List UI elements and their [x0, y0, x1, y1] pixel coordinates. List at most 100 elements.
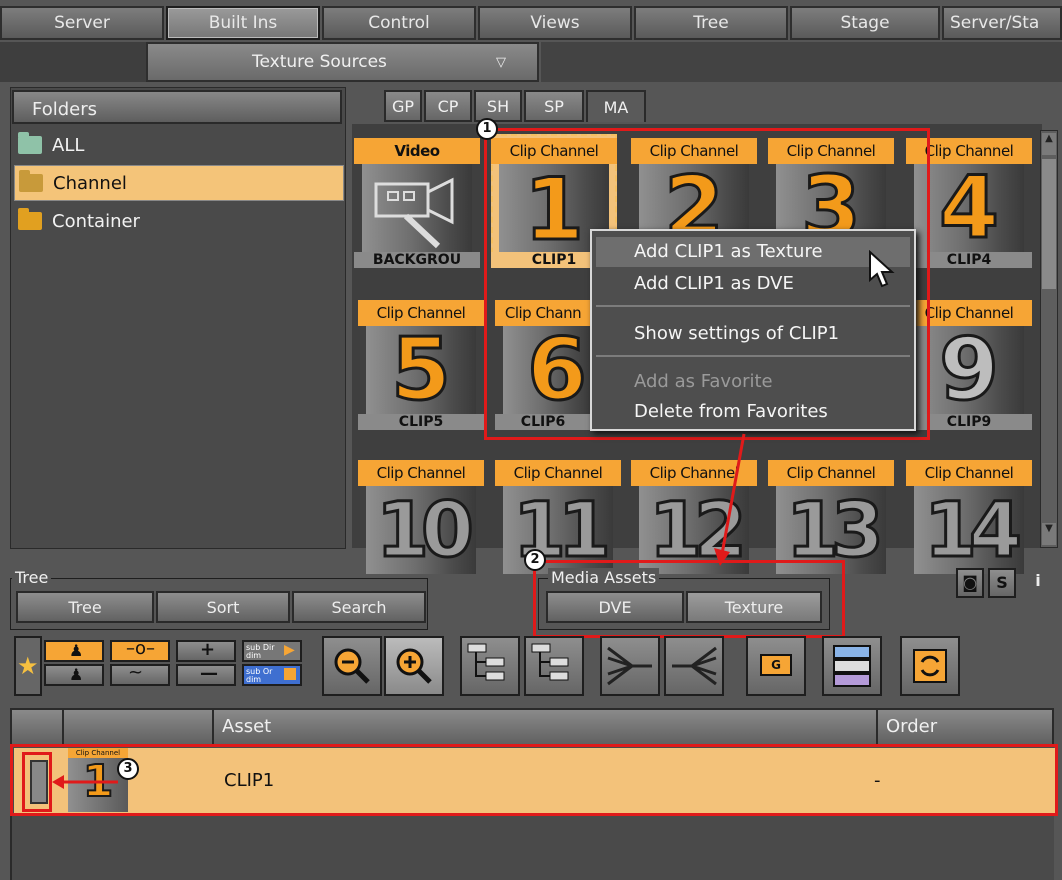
tree-view-button-1[interactable] — [460, 636, 520, 696]
favorite-star-button[interactable]: ★ — [14, 636, 42, 696]
annotation-box-3-row — [10, 744, 1058, 816]
settings-icon[interactable]: S — [988, 568, 1016, 598]
sub-dir-label: sub Dir dim — [246, 643, 275, 660]
tab-gp[interactable]: GP — [384, 90, 422, 122]
collapse-link-button[interactable]: ~ — [110, 662, 170, 686]
folder-icon — [19, 170, 43, 192]
sub-dir-button[interactable]: sub Dir dim ▶ — [242, 640, 302, 662]
curve-icon: ~ — [128, 662, 144, 683]
info-icon[interactable]: i — [1024, 568, 1052, 598]
folder-label: Channel — [53, 172, 127, 194]
column-header-thumb[interactable] — [64, 710, 214, 744]
expand-all-button[interactable]: + — [176, 639, 236, 662]
tab-ma[interactable]: MA — [586, 90, 646, 122]
chevron-down-icon: ▽ — [496, 55, 506, 70]
folders-header: Folders — [12, 90, 342, 124]
folder-item-container[interactable]: Container — [14, 203, 344, 239]
tab-stage[interactable]: Stage — [790, 6, 940, 40]
menu-item-add-as-dve[interactable]: Add CLIP1 as DVE — [596, 269, 910, 299]
tabstrip-spacer-right — [541, 42, 1062, 82]
link-icon: –o– — [126, 638, 156, 659]
split-button[interactable] — [664, 636, 724, 696]
tab-server[interactable]: Server — [0, 6, 164, 40]
play-icon: ▶ — [284, 642, 295, 658]
annotation-box-3-toggle — [22, 752, 52, 812]
tab-built-ins[interactable]: Built Ins — [166, 6, 320, 40]
scroll-up-icon[interactable]: ▲ — [1042, 133, 1056, 155]
refresh-icon — [913, 649, 947, 683]
menu-item-show-settings[interactable]: Show settings of CLIP1 — [596, 319, 910, 349]
zoom-in-button[interactable] — [384, 636, 444, 696]
thumb-header: Video — [354, 138, 480, 164]
expand-link-button[interactable]: –o– — [110, 638, 170, 662]
column-header-asset[interactable]: Asset — [214, 710, 878, 744]
zoom-out-icon — [334, 648, 370, 684]
column-header-visible[interactable] — [12, 710, 64, 744]
tree-view-button-2[interactable] — [524, 636, 584, 696]
scroll-down-icon[interactable]: ▼ — [1042, 523, 1056, 545]
asset-table-header: Asset Order — [10, 708, 1054, 746]
camera-icon[interactable]: ◙ — [956, 568, 984, 598]
clip-number: 14 — [923, 484, 1024, 576]
layout-button[interactable] — [822, 636, 882, 696]
collapse-all-button[interactable]: — — [176, 663, 236, 686]
tab-tree[interactable]: Tree — [634, 6, 788, 40]
star-icon: ★ — [17, 652, 39, 680]
folder-icon — [18, 132, 42, 154]
folder-item-all[interactable]: ALL — [14, 127, 344, 163]
expand-person-button[interactable]: ♟ — [44, 640, 104, 662]
minus-icon: — — [200, 663, 218, 684]
folder-label: ALL — [52, 134, 85, 156]
sort-button[interactable]: Sort — [156, 591, 290, 623]
menu-separator — [596, 355, 910, 357]
sub-order-button[interactable]: sub Or dim — [242, 664, 302, 686]
dropdown-label: Texture Sources — [252, 52, 387, 72]
menu-item-delete-favorite[interactable]: Delete from Favorites — [596, 397, 910, 427]
scrollbar-thumb[interactable] — [1042, 159, 1056, 289]
tree-group-title: Tree — [12, 568, 52, 587]
thumb-background[interactable]: Video BACKGROU — [354, 138, 480, 268]
tree-button[interactable]: Tree — [16, 591, 154, 623]
video-camera-icon — [362, 164, 472, 252]
clip-number: 5 — [390, 320, 453, 420]
mouse-cursor-icon — [869, 250, 895, 288]
zoom-in-icon — [396, 648, 432, 684]
plus-icon: + — [200, 639, 216, 660]
tabstrip-spacer — [0, 42, 146, 82]
thumb-caption: BACKGROU — [354, 252, 480, 268]
person-icon: ♟ — [69, 665, 84, 684]
tab-sp[interactable]: SP — [524, 90, 584, 122]
tab-control[interactable]: Control — [322, 6, 476, 40]
callout-badge-1: 1 — [476, 118, 498, 140]
merge-button[interactable] — [600, 636, 660, 696]
column-header-order[interactable]: Order — [878, 710, 1054, 744]
sub-order-label: sub Or dim — [246, 667, 273, 684]
tree-hierarchy-icon — [531, 643, 569, 681]
group-button[interactable]: G — [746, 636, 806, 696]
thumb-clip5[interactable]: Clip Channel 5 CLIP5 — [358, 300, 484, 430]
texture-sources-dropdown[interactable]: Texture Sources ▽ — [146, 42, 539, 82]
grid-scrollbar[interactable]: ▲ ▼ — [1040, 130, 1058, 548]
folder-item-channel[interactable]: Channel — [14, 165, 344, 201]
merge-icon — [607, 646, 652, 686]
menu-item-add-as-texture[interactable]: Add CLIP1 as Texture — [596, 237, 910, 267]
square-icon — [284, 668, 296, 680]
folder-icon — [18, 208, 42, 230]
annotation-box-2 — [533, 560, 845, 638]
menu-separator — [596, 305, 910, 307]
zoom-out-button[interactable] — [322, 636, 382, 696]
tab-server-stage[interactable]: Server/Sta — [942, 6, 1062, 40]
search-button[interactable]: Search — [292, 591, 426, 623]
group-icon: G — [760, 654, 792, 676]
tab-sh[interactable]: SH — [474, 90, 522, 122]
tab-cp[interactable]: CP — [424, 90, 472, 122]
clip-number: 10 — [375, 484, 476, 576]
tab-views[interactable]: Views — [478, 6, 632, 40]
refresh-button[interactable] — [900, 636, 960, 696]
thumb-caption: CLIP5 — [358, 414, 484, 430]
collapse-person-button[interactable]: ♟ — [44, 664, 104, 686]
thumb-clip10[interactable]: Clip Channel 10 — [358, 460, 484, 590]
tree-hierarchy-icon — [467, 643, 505, 681]
folder-label: Container — [52, 210, 140, 232]
layout-icon — [833, 645, 871, 687]
